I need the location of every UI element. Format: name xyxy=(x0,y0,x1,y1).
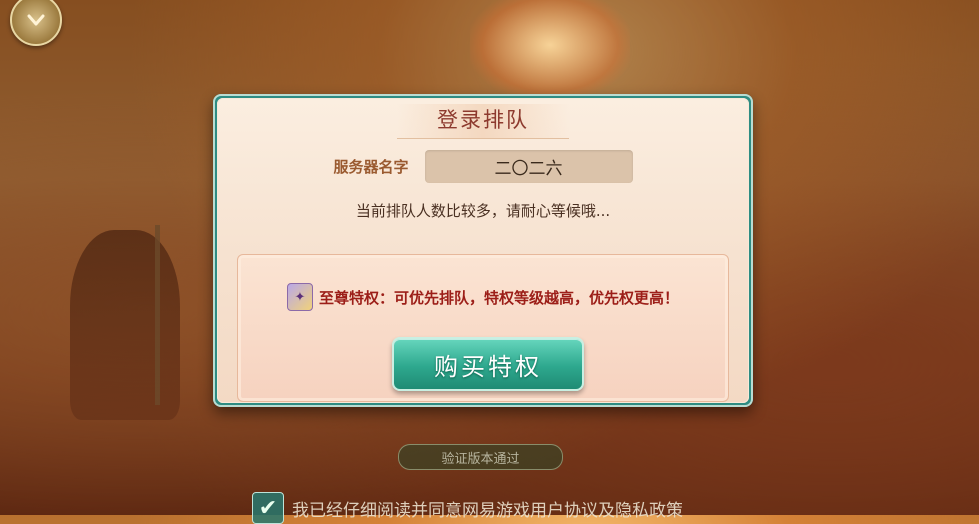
server-name-value: 二〇二六 xyxy=(424,150,633,183)
privilege-text: 至尊特权：可优先排队，特权等级越高，优先权更高！ xyxy=(318,288,679,307)
dialog-title: 登录排队 xyxy=(397,104,569,139)
agreement-text[interactable]: 我已经仔细阅读并同意网易游戏用户协议及隐私政策 xyxy=(292,496,683,521)
queue-message: 当前排队人数比较多，请耐心等候哦... xyxy=(355,202,611,220)
buy-privilege-button[interactable]: 购买特权 xyxy=(392,337,584,391)
phoenix-artwork xyxy=(470,0,630,100)
login-queue-dialog: 登录排队 服务器名字 二〇二六 当前排队人数比较多，请耐心等候哦... ✦ 至尊… xyxy=(213,94,753,407)
chevron-down-icon xyxy=(27,14,45,26)
verify-status-bar: 验证版本通过 xyxy=(398,444,563,470)
server-row: 服务器名字 二〇二六 xyxy=(217,150,749,183)
agreement-checkbox[interactable]: ✔ xyxy=(252,492,284,524)
checkmark-icon: ✔ xyxy=(258,495,278,521)
agreement-row: ✔ 我已经仔细阅读并同意网易游戏用户协议及隐私政策 xyxy=(252,492,683,524)
privilege-panel: ✦ 至尊特权：可优先排队，特权等级越高，优先权更高！ 购买特权 xyxy=(237,254,729,402)
privilege-row: ✦ 至尊特权：可优先排队，特权等级越高，优先权更高！ xyxy=(238,283,728,311)
server-name-label: 服务器名字 xyxy=(333,158,409,176)
privilege-card-icon: ✦ xyxy=(286,283,313,311)
dialog-body: 登录排队 服务器名字 二〇二六 当前排队人数比较多，请耐心等候哦... ✦ 至尊… xyxy=(217,98,749,403)
warrior-figure xyxy=(70,230,180,420)
warrior-staff xyxy=(155,225,160,405)
